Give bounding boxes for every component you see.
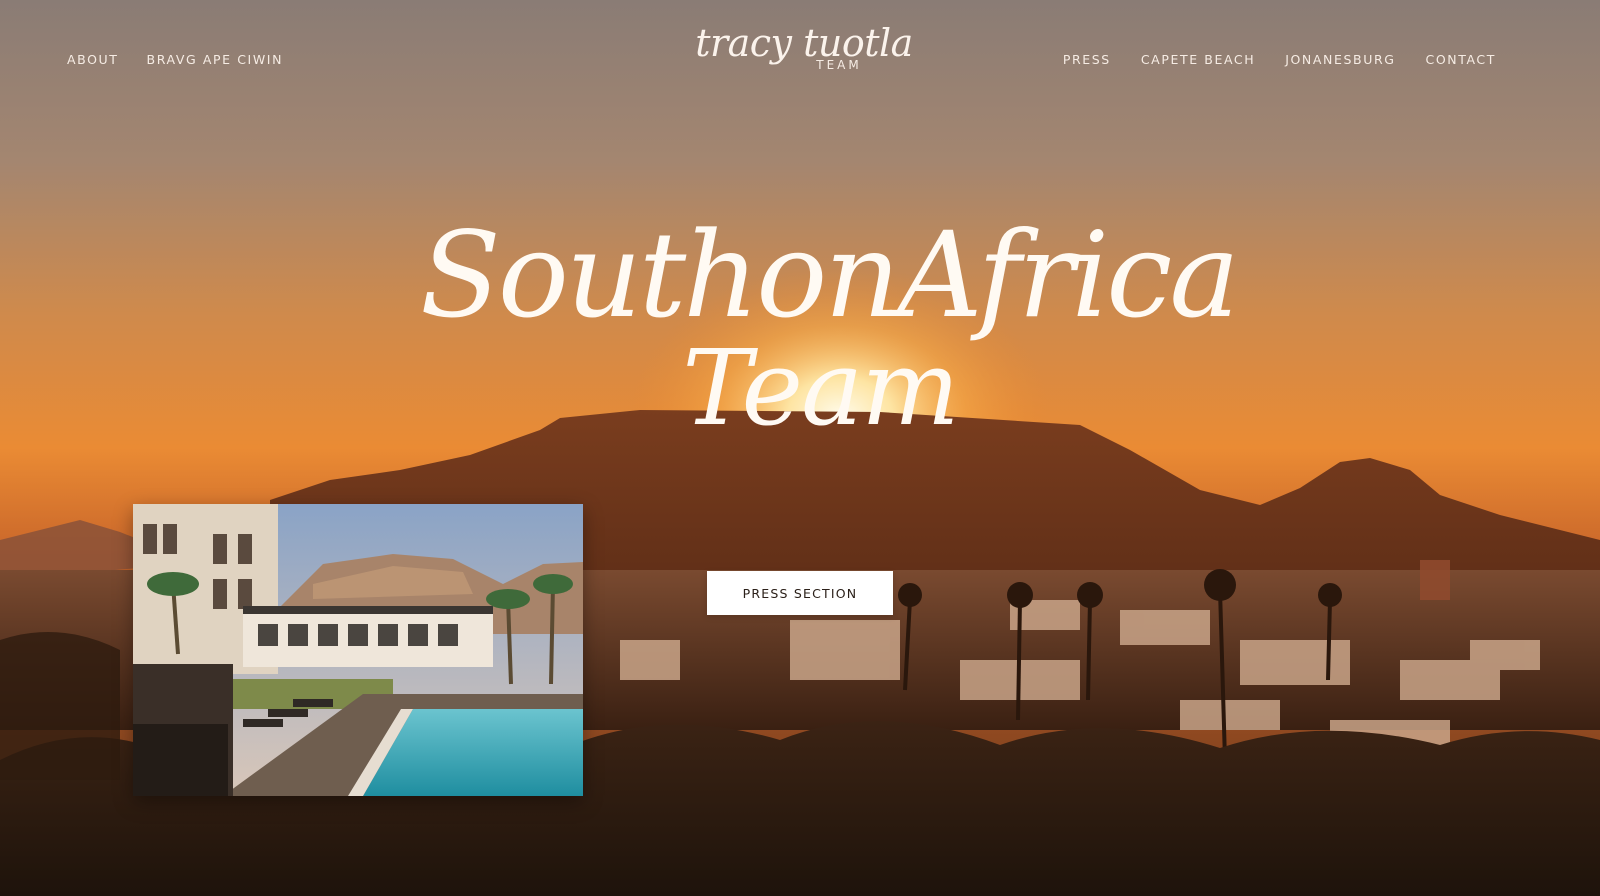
property-photo-card[interactable] (133, 504, 583, 796)
nav-link-contact[interactable]: CONTACT (1426, 52, 1496, 67)
headline-line-2: Team (682, 327, 959, 449)
nav-link-press[interactable]: PRESS (1063, 52, 1111, 67)
nav-link-brave-ape-ciwin[interactable]: BRAVG APE CIWIN (147, 52, 284, 67)
nav-right: PRESS CAPETE BEACH JONANESBURG CONTACT (1063, 52, 1496, 67)
press-section-button[interactable]: PRESS SECTION (707, 571, 893, 615)
nav-left: ABOUT BRAVG APE CIWIN (67, 52, 283, 67)
nav-link-cape-beach[interactable]: CAPETE BEACH (1141, 52, 1255, 67)
property-photo (133, 504, 583, 796)
nav-link-about[interactable]: ABOUT (67, 52, 119, 67)
headline-line-1: SouthonAfrica (420, 206, 1240, 344)
site-logo[interactable]: tracy tuotla TEAM (686, 22, 922, 94)
logo-script-text: tracy tuotla (695, 21, 913, 65)
hero-section: ABOUT BRAVG APE CIWIN tracy tuotla TEAM … (0, 0, 1600, 896)
hero-headline: SouthonAfrica Team (420, 206, 1240, 449)
nav-link-johannesburg[interactable]: JONANESBURG (1285, 52, 1395, 67)
